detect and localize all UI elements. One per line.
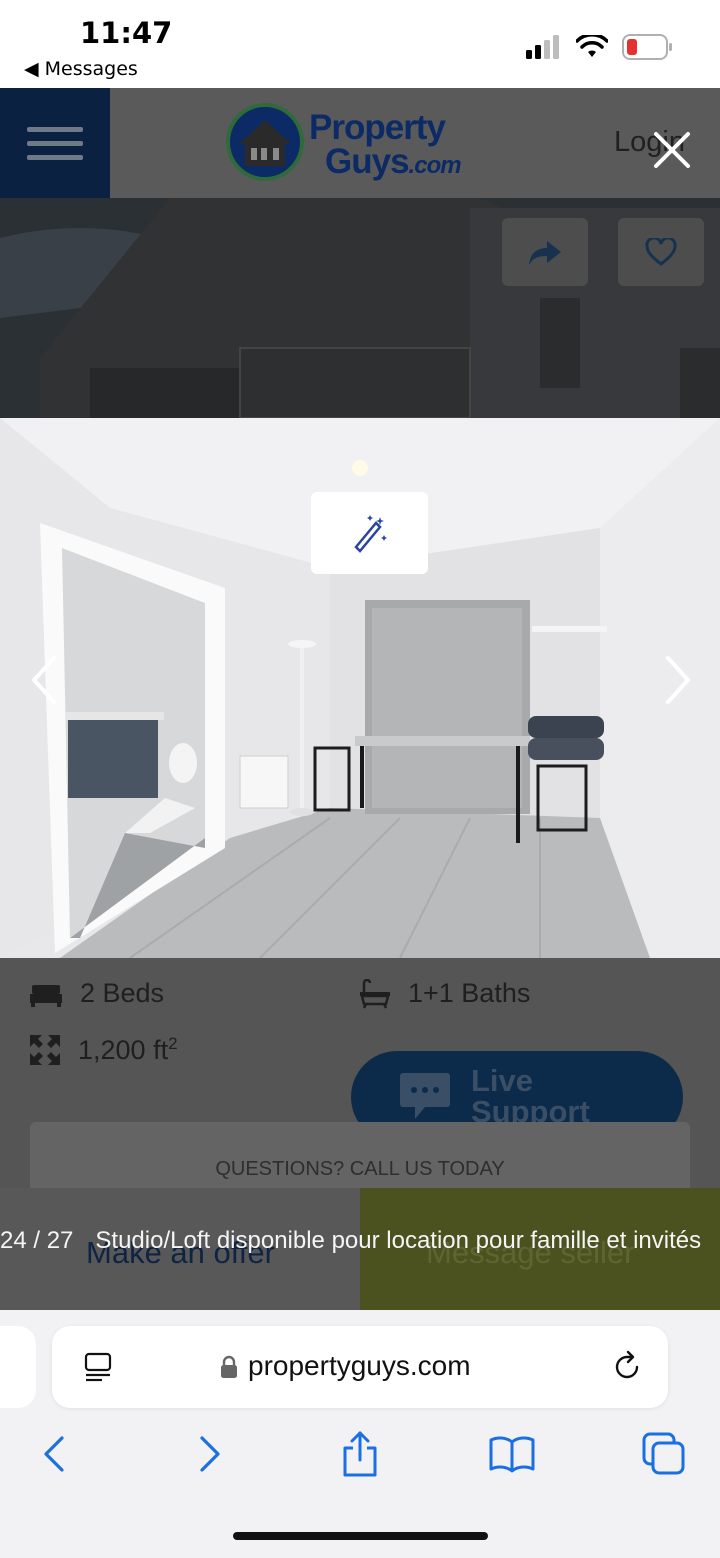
menu-line (27, 126, 83, 132)
share-arrow-icon (529, 241, 561, 265)
propertyguys-logo[interactable]: Property Guys.com (225, 102, 505, 184)
photo-caption: 24 / 27 Studio/Loft disponible pour locat… (0, 1222, 720, 1259)
home-indicator[interactable] (233, 1532, 488, 1540)
back-app-label: Messages (44, 58, 138, 80)
bathtub-icon (360, 978, 390, 1009)
heart-icon (645, 238, 677, 266)
beds-label: 2 Beds (80, 978, 165, 1008)
area-feature: 1,200 ft2 (30, 1034, 178, 1066)
logo-text-guys-word: Guys (325, 142, 410, 181)
action-bar: Make an offer Message seller 24 / 27 Stud… (0, 1188, 720, 1310)
area-unit-superscript: 2 (168, 1034, 178, 1053)
gallery-photo (0, 418, 720, 958)
status-bar: 11:47 ◀ Messages (0, 0, 720, 88)
hamburger-menu-button[interactable] (0, 88, 110, 198)
favorite-button[interactable] (618, 218, 704, 286)
logo-text-guys: Guys.com (325, 142, 462, 182)
chevron-right-icon (200, 1436, 220, 1472)
reload-icon[interactable] (612, 1350, 642, 1382)
lock-icon (221, 1355, 237, 1378)
enhance-photo-button[interactable] (311, 492, 428, 574)
questions-label: QUESTIONS? CALL US TODAY (215, 1158, 505, 1180)
previous-tab-preview[interactable] (0, 1326, 36, 1408)
listing-details: 2 Beds 1+1 Baths 1,200 ft2 Live Support (0, 958, 720, 1192)
area-value: 1,200 ft2 (78, 1034, 178, 1066)
area-label: 1,200 ft (78, 1035, 169, 1065)
share-page-button[interactable] (332, 1430, 388, 1478)
photo-counter: 24 / 27 (0, 1227, 74, 1254)
house-exterior-image (0, 198, 720, 418)
baths-feature: 1+1 Baths (360, 978, 530, 1009)
status-icons (526, 34, 674, 60)
share-button[interactable] (502, 218, 588, 286)
battery-icon (622, 34, 672, 60)
cellular-signal-icon (526, 35, 559, 59)
logo-text-suffix: .com (408, 152, 462, 179)
questions-banner[interactable]: QUESTIONS? CALL US TODAY (30, 1122, 690, 1192)
expand-arrows-icon (30, 1035, 60, 1065)
house-logo-icon (226, 103, 304, 181)
bookmarks-button[interactable] (484, 1430, 540, 1478)
tabs-button[interactable] (636, 1430, 692, 1478)
address-bar[interactable]: propertyguys.com (52, 1326, 668, 1408)
wifi-icon (576, 35, 608, 57)
browser-forward-button[interactable] (182, 1430, 238, 1478)
chat-bubble-icon (400, 1073, 450, 1119)
url-text: propertyguys.com (248, 1350, 471, 1381)
status-time: 11:47 (80, 16, 173, 50)
reader-mode-icon[interactable] (84, 1352, 114, 1382)
beds-feature: 2 Beds (30, 978, 164, 1009)
site-header: Property Guys.com Login (0, 88, 720, 198)
back-to-app-button[interactable]: ◀ Messages (24, 58, 138, 80)
live-support-label: Live Support (471, 1063, 590, 1129)
listing-hero-image (0, 198, 720, 418)
share-icon (343, 1431, 377, 1477)
bed-icon (30, 984, 62, 1007)
menu-line (27, 140, 83, 146)
open-book-icon (489, 1436, 535, 1473)
chevron-left-icon (44, 1436, 64, 1472)
next-photo-arrow-icon[interactable] (658, 652, 698, 708)
baths-label: 1+1 Baths (408, 978, 531, 1008)
menu-line (27, 154, 83, 160)
browser-back-button[interactable] (26, 1430, 82, 1478)
close-gallery-icon[interactable] (648, 126, 696, 174)
photo-caption-text: Studio/Loft disponible pour location pou… (95, 1227, 702, 1254)
safari-browser-bar: propertyguys.com (0, 1310, 720, 1558)
previous-photo-arrow-icon[interactable] (24, 652, 64, 708)
magic-wand-icon (353, 515, 387, 553)
tabs-icon (642, 1432, 685, 1475)
